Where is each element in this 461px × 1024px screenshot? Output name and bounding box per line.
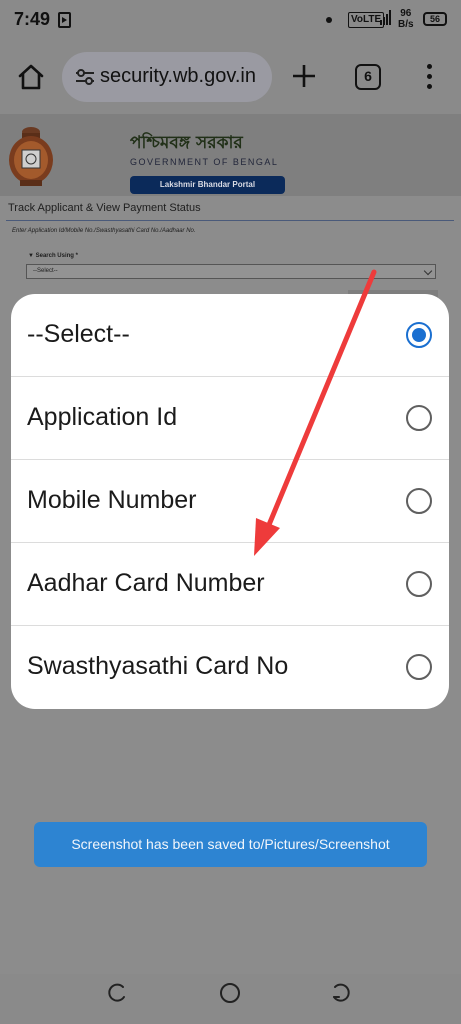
address-bar[interactable]: security.wb.gov.in (62, 52, 272, 102)
chevron-down-icon (423, 266, 433, 276)
network-speed-unit: B/s (398, 19, 414, 30)
site-title-bengali: পশ্চিমবঙ্গ সরকার (130, 133, 243, 153)
search-using-label-text: Search Using * (35, 253, 78, 259)
recents-icon[interactable] (106, 982, 128, 1004)
back-icon[interactable] (330, 982, 352, 1004)
radio-unchecked-icon[interactable] (406, 571, 432, 597)
notification-dot-icon (326, 17, 332, 23)
option-label: Mobile Number (27, 486, 197, 514)
site-title-english: GOVERNMENT OF BENGAL (130, 157, 279, 167)
radio-checked-icon[interactable] (406, 322, 432, 348)
search-using-label: ▼ Search Using * (28, 253, 78, 259)
url-text: security.wb.gov.in (100, 65, 256, 87)
option-aadhar-card-number[interactable]: Aadhar Card Number (11, 543, 449, 626)
system-nav-bar (0, 974, 461, 1024)
option-label: Aadhar Card Number (27, 569, 265, 597)
new-tab-icon[interactable] (290, 62, 318, 90)
status-time: 7:49 (14, 9, 51, 29)
radio-unchecked-icon[interactable] (406, 405, 432, 431)
signal-icon (380, 9, 392, 25)
status-bar: 7:49 VoLTE 96 B/s 56 (0, 0, 461, 40)
portal-name-banner: Lakshmir Bhandar Portal (130, 176, 285, 194)
site-settings-icon[interactable] (74, 67, 96, 87)
page-instruction: Enter Application Id/Mobile No./Swasthya… (12, 228, 196, 234)
radio-unchecked-icon[interactable] (406, 488, 432, 514)
screen-record-icon (58, 12, 71, 28)
site-header: পশ্চিমবঙ্গ সরকার GOVERNMENT OF BENGAL La… (0, 114, 461, 196)
option-swasthyasathi-card-no[interactable]: Swasthyasathi Card No (11, 626, 449, 709)
search-select-value: --Select-- (33, 268, 58, 274)
bengal-emblem-logo (9, 127, 53, 186)
search-type-dialog: --Select-- Application Id Mobile Number … (11, 294, 449, 709)
network-speed-value: 96 (400, 8, 412, 19)
network-speed: 96 B/s (398, 8, 414, 30)
tab-switcher-button[interactable]: 6 (355, 64, 381, 90)
battery-icon: 56 (423, 12, 447, 26)
radio-unchecked-icon[interactable] (406, 654, 432, 680)
option-label: --Select-- (27, 320, 130, 348)
page-heading: Track Applicant & View Payment Status (8, 202, 201, 214)
volte-badge: VoLTE (348, 12, 385, 28)
browser-toolbar: security.wb.gov.in 6 (0, 40, 461, 114)
home-circle-icon[interactable] (220, 983, 240, 1003)
option-application-id[interactable]: Application Id (11, 377, 449, 460)
option-select[interactable]: --Select-- (11, 294, 449, 377)
search-using-select[interactable]: --Select-- (26, 264, 436, 279)
option-label: Swasthyasathi Card No (27, 652, 289, 680)
heading-divider (6, 220, 454, 221)
filter-icon: ▼ (28, 253, 36, 259)
screenshot-toast: Screenshot has been saved to/Pictures/Sc… (34, 822, 427, 867)
home-icon[interactable] (16, 62, 46, 92)
option-mobile-number[interactable]: Mobile Number (11, 460, 449, 543)
option-label: Application Id (27, 403, 178, 431)
more-options-icon[interactable] (418, 64, 442, 90)
